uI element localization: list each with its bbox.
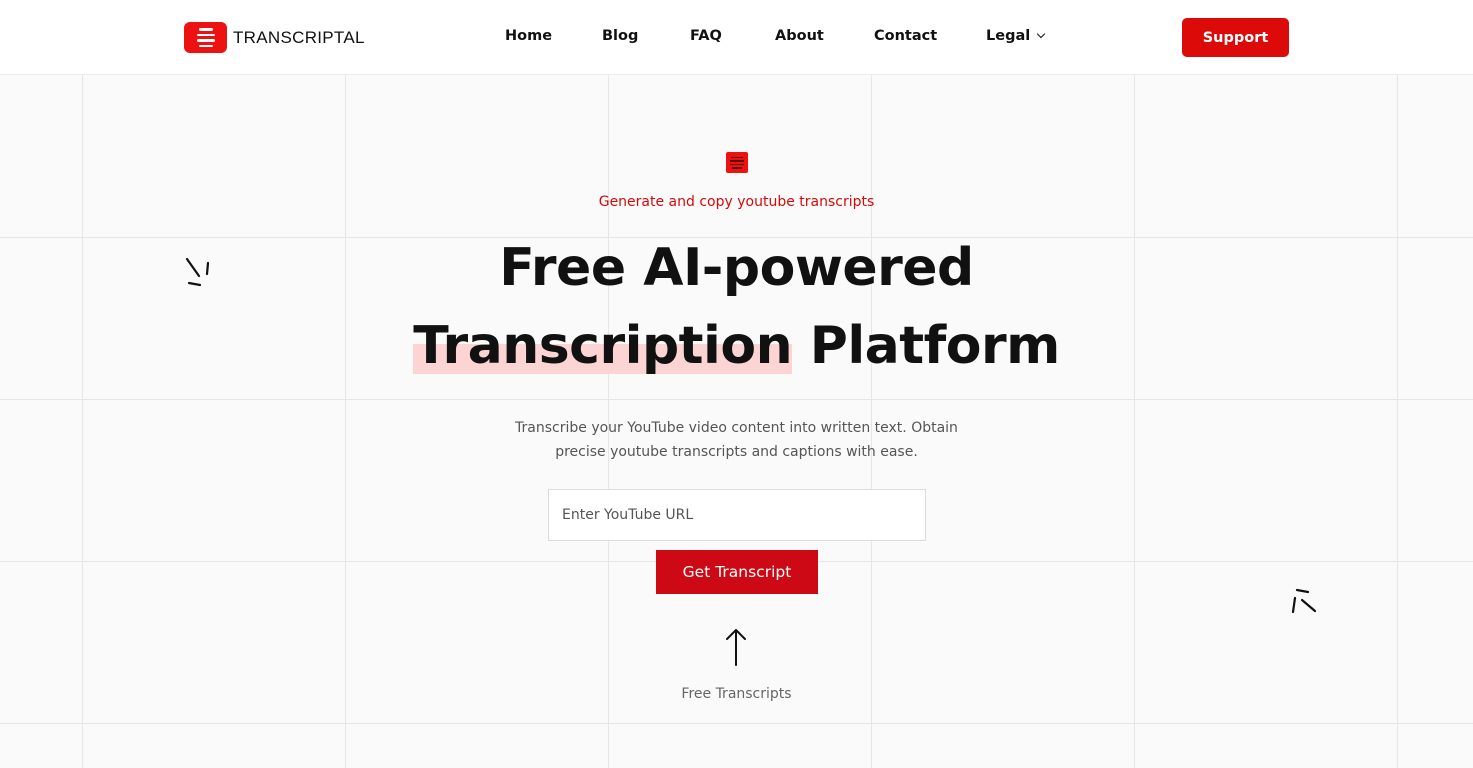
nav-about[interactable]: About [775,28,824,44]
hero-title-rest: Platform [792,316,1061,376]
nav-contact[interactable]: Contact [874,28,937,44]
document-icon [726,152,748,173]
hero-description: Transcribe your YouTube video content in… [515,420,958,460]
sparkle-icon [185,257,210,287]
hero-section: Generate and copy youtube transcripts Fr… [0,0,1473,768]
support-button[interactable]: Support [1182,18,1289,57]
hero-title-highlight: Transcription [413,316,793,376]
youtube-url-input[interactable] [548,489,926,541]
hero-title-line2: Transcription Platform [0,316,1473,376]
site-header: TRANSCRIPTAL Home Blog FAQ About Contact… [0,0,1473,75]
nav-legal-dropdown[interactable]: Legal [986,28,1046,44]
nav-faq[interactable]: FAQ [690,28,722,44]
free-transcripts-label: Free Transcripts [681,686,792,702]
chevron-down-icon [1036,29,1046,39]
hero-title-line1: Free AI-powered [499,238,974,298]
arrow-up-icon [726,629,746,666]
nav-legal-label: Legal [986,28,1031,44]
nav-blog[interactable]: Blog [602,28,638,44]
nav-home[interactable]: Home [505,28,552,44]
sparkle-icon [1291,588,1317,614]
get-transcript-button[interactable]: Get Transcript [656,550,818,594]
hero-tagline: Generate and copy youtube transcripts [598,194,875,210]
